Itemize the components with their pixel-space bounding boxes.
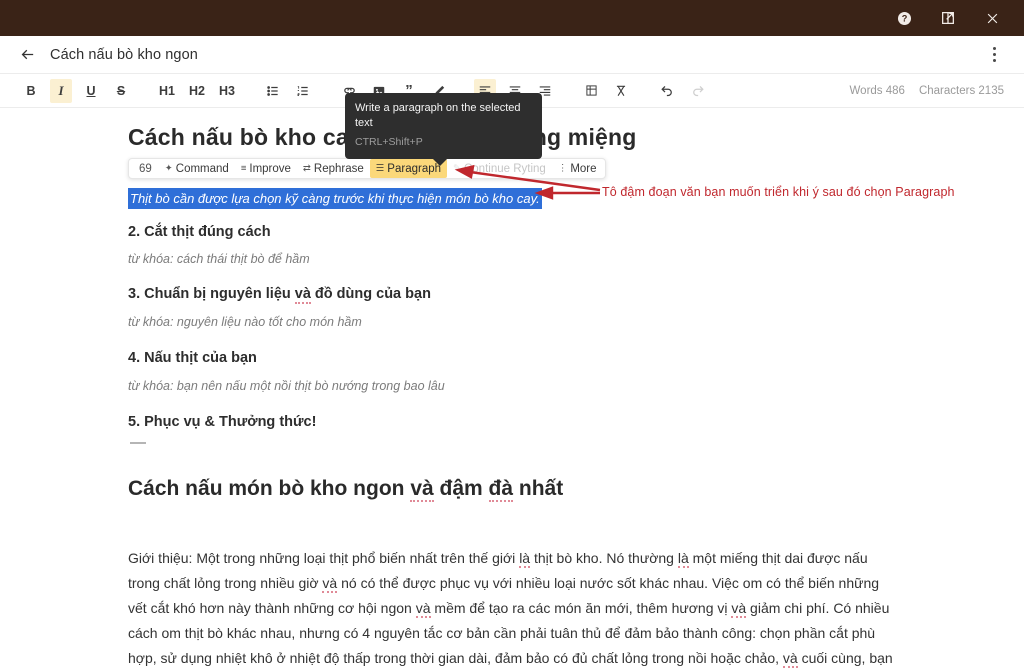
paragraph-icon: ☰ bbox=[375, 163, 385, 174]
section-keyword: từ khóa: cách thái thịt bò để hầm bbox=[128, 252, 310, 266]
bold-button[interactable]: B bbox=[20, 79, 42, 103]
section-heading: 5. Phục vụ & Thưởng thức! bbox=[128, 414, 317, 430]
heading-group: H1 H2 H3 bbox=[152, 79, 242, 103]
pencil-icon: ✎ bbox=[453, 163, 461, 174]
heading-2-button[interactable]: H2 bbox=[186, 79, 208, 103]
table-icon[interactable] bbox=[580, 79, 602, 103]
help-icon[interactable]: ? bbox=[882, 0, 926, 36]
selected-text[interactable]: Thịt bò cần được lựa chọn kỹ càng trước … bbox=[128, 188, 542, 209]
annotation-text: Tô đậm đoạn văn bạn muốn triển khi ý sau… bbox=[602, 185, 955, 199]
ai-command-bar[interactable]: 69 ✦ Command ≡ Improve ⇄ Rephrase ☰ Para… bbox=[128, 158, 606, 179]
ordered-list-icon[interactable] bbox=[292, 79, 314, 103]
section-heading: 2. Cắt thịt đúng cách bbox=[128, 224, 271, 240]
svg-text:?: ? bbox=[901, 13, 907, 23]
section-keyword: từ khóa: nguyên liệu nào tốt cho món hầm bbox=[128, 315, 362, 329]
spellcheck-word: là bbox=[677, 550, 689, 568]
ai-command-button[interactable]: ✦ Command bbox=[159, 159, 235, 178]
wand-icon: ✦ bbox=[164, 163, 173, 174]
redo-icon[interactable] bbox=[686, 79, 708, 103]
swap-icon: ⇄ bbox=[302, 163, 311, 174]
close-icon[interactable] bbox=[970, 0, 1014, 36]
tooltip-text: Write a paragraph on the selected text bbox=[355, 102, 521, 129]
ai-command-label: Command bbox=[175, 162, 229, 175]
spellcheck-word: đà bbox=[488, 477, 514, 502]
document-stats: Words 486 Characters 2135 bbox=[850, 85, 1008, 97]
word-count: Words 486 bbox=[849, 84, 905, 97]
ai-more-label: More bbox=[570, 162, 597, 175]
document-title: Cách nấu bò kho ngon bbox=[50, 46, 198, 63]
ai-rephrase-label: Rephrase bbox=[313, 162, 364, 175]
ai-more-button[interactable]: ⋮ More bbox=[552, 159, 603, 178]
heading-1-button[interactable]: H1 bbox=[156, 79, 178, 103]
section-heading: 4. Nấu thịt của bạn bbox=[128, 350, 257, 366]
window-titlebar: ? bbox=[0, 0, 1024, 36]
spellcheck-word: và bbox=[294, 286, 311, 304]
strikethrough-button[interactable]: S bbox=[110, 79, 132, 103]
body-paragraph: Giới thiệu: Một trong những loại thịt ph… bbox=[128, 550, 893, 668]
section-heading: 3. Chuẩn bị nguyên liệu và đồ dùng của b… bbox=[128, 286, 431, 304]
document-header: Cách nấu bò kho ngon bbox=[0, 36, 1024, 74]
horizontal-divider bbox=[130, 442, 146, 444]
lines-icon: ≡ bbox=[240, 163, 247, 174]
ai-continue-label: Continue Ryting bbox=[463, 162, 546, 175]
history-group bbox=[652, 79, 712, 103]
spellcheck-word: và bbox=[415, 600, 431, 618]
clear-format-icon[interactable] bbox=[610, 79, 632, 103]
ai-improve-label: Improve bbox=[249, 162, 291, 175]
undo-icon[interactable] bbox=[656, 79, 678, 103]
spellcheck-word: và bbox=[322, 575, 338, 593]
bullet-list-icon[interactable] bbox=[262, 79, 284, 103]
list-group bbox=[258, 79, 318, 103]
open-external-icon[interactable] bbox=[926, 0, 970, 36]
character-count: Characters 2135 bbox=[918, 84, 1004, 97]
spellcheck-word: là bbox=[519, 550, 531, 568]
table-group bbox=[576, 79, 636, 103]
toolbar-tooltip: Write a paragraph on the selected text C… bbox=[345, 93, 542, 166]
ai-improve-button[interactable]: ≡ Improve bbox=[235, 159, 297, 178]
spellcheck-word: và bbox=[410, 477, 434, 502]
heading-3-button[interactable]: H3 bbox=[216, 79, 238, 103]
spellcheck-word: và bbox=[731, 600, 747, 618]
section-keyword: từ khóa: bạn nên nấu một nồi thịt bò nướ… bbox=[128, 379, 445, 393]
secondary-heading: Cách nấu món bò kho ngon và đậm đà nhất bbox=[128, 477, 564, 502]
back-arrow-icon[interactable] bbox=[16, 44, 38, 66]
more-options-icon[interactable] bbox=[984, 43, 1008, 67]
ai-rephrase-button[interactable]: ⇄ Rephrase bbox=[297, 159, 370, 178]
spellcheck-word: và bbox=[782, 650, 798, 668]
tooltip-shortcut: CTRL+Shift+P bbox=[355, 136, 423, 148]
underline-button[interactable]: U bbox=[80, 79, 102, 103]
text-style-group: B I U S bbox=[16, 78, 136, 103]
ai-credit-count: 69 bbox=[139, 162, 152, 175]
ai-continue-ryting-button[interactable]: ✎ Continue Ryting bbox=[447, 159, 552, 178]
dots-icon: ⋮ bbox=[557, 163, 568, 174]
italic-button[interactable]: I bbox=[50, 78, 72, 103]
